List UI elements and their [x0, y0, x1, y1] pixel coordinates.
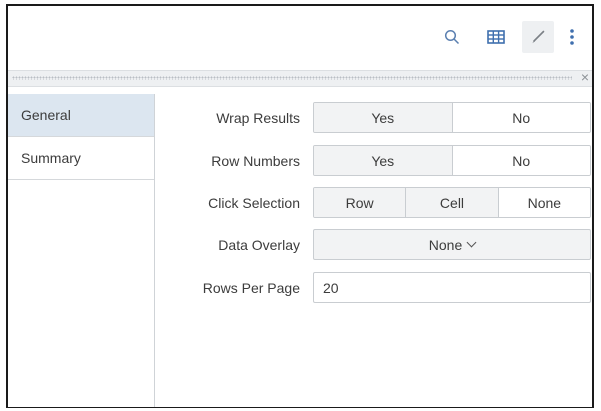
wrap-results-yes-button[interactable]: Yes: [314, 103, 452, 132]
row-numbers-label: Row Numbers: [211, 153, 300, 169]
row-numbers-toggle: Yes No: [313, 145, 591, 176]
toolbar: [8, 6, 592, 68]
table-icon[interactable]: [480, 21, 512, 53]
settings-panel: × General Summary Wrap Results Yes No Ro…: [6, 4, 594, 408]
chevron-down-icon: [466, 237, 477, 248]
click-selection-toggle: Row Cell None: [313, 187, 591, 218]
brush-icon[interactable]: [522, 21, 554, 53]
grip-dots: [12, 76, 572, 80]
more-vertical-icon[interactable]: [562, 21, 582, 53]
data-overlay-row: Data Overlay None: [155, 229, 592, 261]
search-icon[interactable]: [436, 21, 468, 53]
click-selection-none-button[interactable]: None: [497, 188, 590, 217]
wrap-results-toggle: Yes No: [313, 102, 591, 133]
data-overlay-label: Data Overlay: [218, 237, 300, 253]
settings-content: Wrap Results Yes No Row Numbers Yes No C…: [155, 94, 592, 407]
row-numbers-row: Row Numbers Yes No: [155, 145, 592, 177]
row-numbers-no-button[interactable]: No: [451, 146, 590, 175]
tab-general[interactable]: General: [8, 94, 154, 137]
wrap-results-no-button[interactable]: No: [451, 103, 590, 132]
rows-per-page-label: Rows Per Page: [202, 280, 300, 296]
tab-summary[interactable]: Summary: [8, 137, 154, 180]
wrap-results-row: Wrap Results Yes No: [155, 102, 592, 134]
wrap-results-label: Wrap Results: [216, 110, 300, 126]
click-selection-row-button[interactable]: Row: [314, 188, 406, 217]
click-selection-label: Click Selection: [208, 195, 300, 211]
rows-per-page-row: Rows Per Page: [155, 272, 592, 304]
rows-per-page-input[interactable]: [313, 272, 591, 303]
drag-handle-bar[interactable]: ×: [8, 69, 592, 87]
click-selection-cell-button[interactable]: Cell: [405, 188, 498, 217]
click-selection-row: Click Selection Row Cell None: [155, 187, 592, 219]
data-overlay-value: None: [428, 236, 463, 253]
row-numbers-yes-button[interactable]: Yes: [314, 146, 452, 175]
data-overlay-dropdown[interactable]: None: [313, 229, 591, 260]
side-tabs: General Summary: [8, 94, 155, 407]
close-icon[interactable]: ×: [581, 69, 589, 85]
